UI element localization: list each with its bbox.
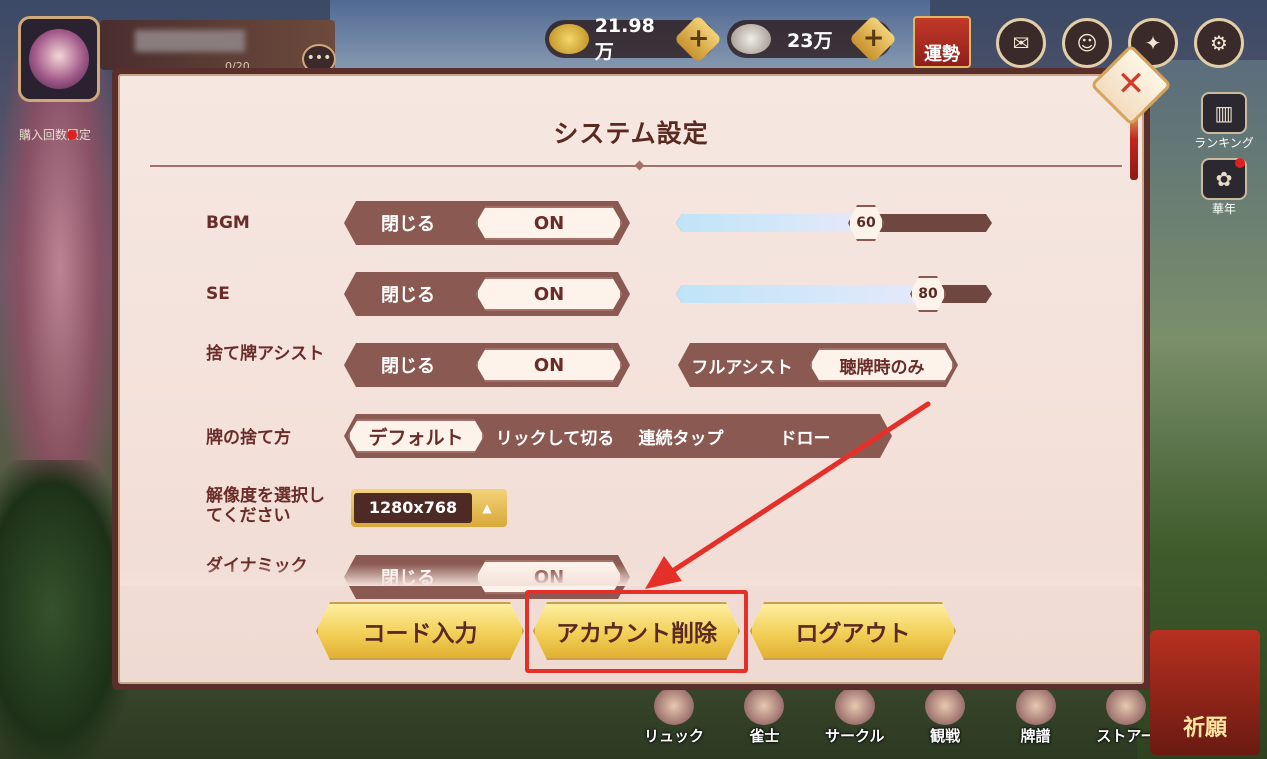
bgm-label: BGM	[206, 213, 250, 233]
discard-method-default-option[interactable]: デフォルト	[348, 419, 484, 453]
bgm-on-option[interactable]: ON	[476, 206, 622, 240]
close-icon: ✕	[1116, 64, 1146, 104]
nav-circle[interactable]: サークル	[821, 685, 889, 755]
avatar-face	[29, 29, 89, 89]
discard-method-selector: デフォルト リックして切る 連続タップ ドロー	[344, 414, 892, 458]
fortune-button[interactable]: 運勢	[913, 16, 971, 68]
bottom-navigation: リュック 雀士 サークル 観戦 牌譜 ストアー	[640, 685, 1160, 755]
se-toggle: 閉じる ON	[344, 272, 630, 316]
discard-method-tap-option[interactable]: 連続タップ	[622, 414, 740, 458]
system-settings-dialog: システム設定 BGM 閉じる ON 60 SE 閉じる ON 80 捨て牌アシス…	[112, 68, 1150, 690]
player-name-blurred	[135, 30, 245, 52]
notification-dot	[67, 130, 77, 140]
coin-amount: 21.98万	[594, 14, 655, 63]
se-on-option[interactable]: ON	[476, 277, 622, 311]
dialog-title: システム設定	[553, 119, 709, 148]
shell-currency: 23万 +	[727, 14, 898, 64]
discard-assist-mode-toggle: フルアシスト 聴牌時のみ	[678, 343, 958, 387]
assist-mode-full-option[interactable]: フルアシスト	[678, 343, 806, 387]
se-off-option[interactable]: 閉じる	[344, 272, 472, 316]
delete-account-highlight	[525, 590, 748, 673]
gacha-button[interactable]: 祈願	[1150, 630, 1260, 755]
assist-mode-tenpai-option[interactable]: 聴牌時のみ	[810, 348, 954, 382]
bgm-volume-slider[interactable]	[676, 214, 992, 232]
scroll-fade	[120, 564, 1142, 586]
coin-currency: 21.98万 +	[545, 15, 723, 63]
nav-backpack[interactable]: リュック	[640, 685, 708, 755]
discard-assist-on-option[interactable]: ON	[476, 348, 622, 382]
resolution-select[interactable]: 1280x768 ▲	[351, 489, 507, 527]
ranking-label: ランキング	[1194, 136, 1254, 150]
logout-button[interactable]: ログアウト	[750, 602, 956, 660]
nav-spectate[interactable]: 観戦	[911, 685, 979, 755]
shell-icon	[731, 24, 771, 54]
flower-event-label: 華年	[1211, 202, 1236, 216]
shell-amount: 23万	[787, 29, 833, 52]
resolution-label: 解像度を選択してください	[206, 486, 325, 526]
bgm-toggle: 閉じる ON	[344, 201, 630, 245]
nav-players[interactable]: 雀士	[730, 685, 798, 755]
discard-assist-off-option[interactable]: 閉じる	[344, 343, 472, 387]
bgm-slider-knob[interactable]: 60	[848, 205, 884, 241]
discard-assist-toggle: 閉じる ON	[344, 343, 630, 387]
background-tree	[0, 460, 130, 759]
se-slider-knob[interactable]: 80	[910, 276, 946, 312]
code-input-button[interactable]: コード入力	[316, 602, 524, 660]
notification-dot	[1235, 158, 1245, 168]
discard-assist-label: 捨て牌アシスト	[206, 344, 325, 364]
se-label: SE	[206, 284, 230, 304]
ranking-button[interactable]: ▥ ランキング	[1193, 92, 1255, 152]
mail-icon[interactable]: ✉	[996, 18, 1046, 68]
flower-event-button[interactable]: ✿ 華年	[1193, 158, 1255, 218]
purchase-limit-button[interactable]: 購入回数限定	[15, 128, 95, 178]
resolution-value: 1280x768	[354, 493, 472, 523]
bgm-slider-fill	[676, 214, 866, 232]
coin-icon	[549, 24, 589, 54]
dialog-body: システム設定 BGM 閉じる ON 60 SE 閉じる ON 80 捨て牌アシス…	[118, 74, 1144, 684]
player-avatar[interactable]	[18, 16, 100, 102]
discard-method-draw-option[interactable]: ドロー	[740, 414, 870, 458]
discard-method-flick-option[interactable]: リックして切る	[488, 414, 622, 458]
title-divider	[150, 165, 1122, 167]
ranking-icon: ▥	[1201, 92, 1247, 134]
purchase-limit-label: 購入回数限定	[18, 128, 91, 142]
se-slider-fill	[676, 285, 929, 303]
discard-method-label: 牌の捨て方	[206, 428, 291, 448]
settings-icon[interactable]: ⚙	[1194, 18, 1244, 68]
nav-records[interactable]: 牌譜	[1002, 685, 1070, 755]
dropdown-arrow-icon: ▲	[482, 501, 492, 515]
bgm-off-option[interactable]: 閉じる	[344, 201, 472, 245]
